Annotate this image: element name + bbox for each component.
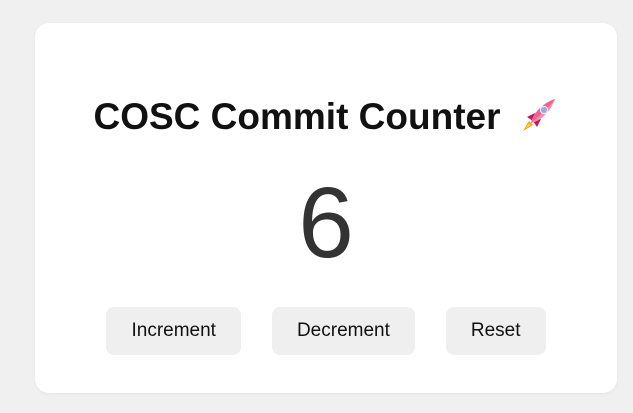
page-title: COSC Commit Counter (93, 96, 501, 137)
counter-card: COSC Commit Counter 6 Increment Decremen… (35, 23, 617, 393)
increment-button[interactable]: Increment (106, 307, 241, 355)
title-row: COSC Commit Counter (35, 95, 617, 139)
commit-count: 6 (298, 167, 354, 279)
reset-button[interactable]: Reset (445, 307, 546, 355)
button-row: Increment Decrement Reset (35, 307, 617, 355)
rocket-icon (522, 99, 555, 131)
decrement-button[interactable]: Decrement (271, 307, 415, 355)
